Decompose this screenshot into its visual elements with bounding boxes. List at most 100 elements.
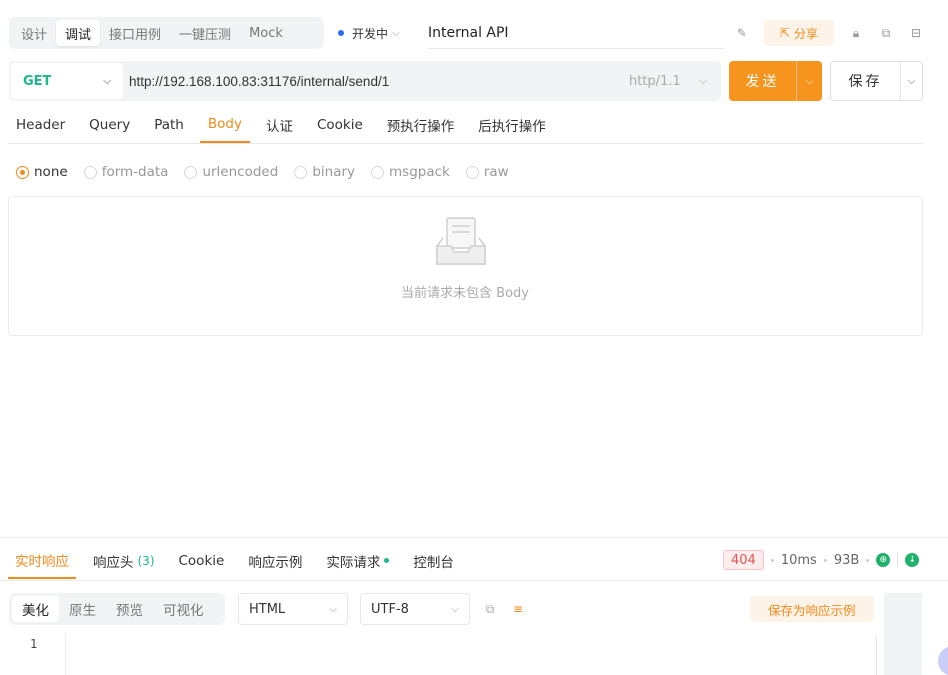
request-tabs: Header Query Path Body 认证 Cookie 预执行操作 后…	[8, 107, 923, 144]
tab-pre-script[interactable]: 预执行操作	[379, 107, 463, 143]
copy-icon[interactable]: ⧉	[878, 25, 894, 41]
share-button[interactable]: ⇱ 分享	[763, 20, 834, 46]
radio-none[interactable]: none	[16, 164, 68, 180]
response-tabs: 实时响应 响应头 (3) Cookie 响应示例 实际请求 控制台	[8, 542, 471, 580]
side-panel	[884, 593, 922, 675]
tab-query[interactable]: Query	[81, 107, 138, 143]
separator-dot-icon	[823, 558, 827, 562]
copy-icon[interactable]: ⧉	[482, 601, 498, 617]
tab-load-test[interactable]: 一键压测	[170, 20, 240, 46]
protocol-label: http/1.1	[629, 73, 681, 89]
radio-form-data[interactable]: form-data	[83, 164, 169, 180]
encoding-select[interactable]: UTF-8 ⌵	[360, 593, 470, 625]
chevron-down-icon: ⌵	[103, 75, 111, 87]
response-meta: 404 10ms 93B ⊕ ↓	[723, 549, 920, 571]
archive-icon[interactable]: ⊟	[908, 25, 924, 41]
tab-auth[interactable]: 认证	[258, 107, 301, 143]
mode-tabs: 设计 调试 接口用例 一键压测 Mock	[9, 17, 324, 49]
tab-header[interactable]: Header	[8, 107, 73, 143]
tab-raw[interactable]: 原生	[59, 596, 106, 622]
send-dropdown-icon[interactable]: ⌵	[797, 61, 822, 101]
status-dot-icon	[338, 30, 344, 36]
save-label: 保存	[831, 62, 901, 100]
radio-label: none	[34, 164, 68, 180]
tab-visualize[interactable]: 可视化	[153, 596, 214, 622]
tab-preview[interactable]: 预览	[106, 596, 153, 622]
send-button[interactable]: 发送 ⌵	[729, 61, 822, 101]
empty-inbox-icon	[436, 217, 486, 265]
line-number: 1	[30, 637, 38, 651]
tab-response-examples[interactable]: 响应示例	[241, 542, 309, 579]
tab-test-cases[interactable]: 接口用例	[100, 20, 170, 46]
tab-console[interactable]: 控制台	[406, 542, 461, 579]
save-button[interactable]: 保存 ⌵	[830, 61, 923, 101]
radio-checked-icon	[16, 165, 29, 179]
save-dropdown-icon[interactable]: ⌵	[901, 62, 922, 100]
tab-body[interactable]: Body	[199, 107, 250, 143]
encoding-label: UTF-8	[371, 601, 409, 617]
radio-icon	[184, 165, 198, 179]
tab-post-script[interactable]: 后执行操作	[470, 107, 554, 143]
radio-label: raw	[483, 164, 509, 180]
tab-mock[interactable]: Mock	[240, 20, 292, 46]
status-dot-icon	[384, 558, 390, 563]
download-icon[interactable]: ↓	[905, 553, 920, 567]
top-actions: ✎ ⇱ 分享 🔒︎ ⧉ ⊟	[734, 20, 924, 46]
tab-response-headers[interactable]: 响应头 (3)	[86, 542, 162, 579]
divider	[897, 553, 899, 567]
response-size[interactable]: 93B	[834, 553, 859, 568]
tab-label: 响应头	[93, 554, 134, 571]
body-type-radios: none form-data urlencoded binary msgpack…	[16, 162, 509, 182]
radio-urlencoded[interactable]: urlencoded	[184, 164, 278, 180]
radio-icon	[371, 165, 385, 179]
tab-pretty[interactable]: 美化	[12, 596, 59, 622]
radio-raw[interactable]: raw	[465, 164, 509, 180]
tab-response-cookie[interactable]: Cookie	[172, 542, 232, 579]
floating-assistant-button[interactable]	[938, 646, 948, 675]
radio-icon	[83, 165, 97, 179]
share-icon: ⇱	[779, 26, 790, 40]
divider[interactable]	[0, 537, 948, 538]
method-select[interactable]: GET ⌵	[11, 63, 123, 99]
radio-binary[interactable]: binary	[294, 164, 355, 180]
separator-dot-icon	[770, 558, 774, 562]
send-label: 发送	[729, 61, 797, 101]
content-type-select[interactable]: HTML ⌵	[238, 593, 348, 625]
tab-live-response[interactable]: 实时响应	[8, 542, 76, 579]
protocol-select[interactable]: http/1.1 ⌵	[629, 74, 721, 89]
radio-msgpack[interactable]: msgpack	[371, 164, 450, 180]
status-code-badge[interactable]: 404	[723, 550, 764, 570]
tab-design[interactable]: 设计	[12, 20, 56, 46]
radio-icon	[294, 165, 308, 179]
tab-debug[interactable]: 调试	[56, 20, 101, 46]
separator-dot-icon	[866, 558, 870, 562]
radio-icon	[465, 165, 479, 179]
edit-icon[interactable]: ✎	[734, 25, 750, 41]
save-as-example-button[interactable]: 保存为响应示例	[750, 596, 874, 622]
tab-label: 实际请求	[326, 554, 381, 571]
lock-icon[interactable]: 🔒︎	[848, 25, 864, 41]
format-tabs: 美化 原生 预览 可视化	[9, 593, 225, 625]
tab-cookie[interactable]: Cookie	[309, 107, 371, 143]
editor-scrollbar[interactable]	[876, 637, 882, 675]
status-label: 开发中	[352, 26, 389, 41]
wrap-lines-icon[interactable]: ≡	[510, 601, 526, 617]
url-input[interactable]: http://192.168.100.83:31176/internal/sen…	[123, 74, 629, 89]
method-label: GET	[23, 73, 52, 89]
chevron-down-icon: ⌵	[699, 75, 707, 87]
status-select[interactable]: 开发中 ⌵	[338, 17, 400, 49]
radio-label: form-data	[101, 164, 169, 180]
divider	[0, 580, 948, 581]
response-time[interactable]: 10ms	[781, 553, 817, 568]
globe-icon[interactable]: ⊕	[876, 553, 891, 567]
chevron-down-icon: ⌵	[392, 27, 400, 39]
radio-label: binary	[312, 164, 356, 180]
tab-actual-request[interactable]: 实际请求	[319, 542, 396, 579]
header-count-badge: (3)	[137, 553, 155, 568]
share-label: 分享	[793, 26, 818, 41]
tab-path[interactable]: Path	[146, 107, 192, 143]
api-name-input[interactable]: Internal API	[428, 17, 724, 49]
empty-body-text: 当前请求未包含 Body	[401, 286, 529, 301]
url-bar: GET ⌵ http://192.168.100.83:31176/intern…	[9, 61, 721, 101]
radio-label: urlencoded	[202, 164, 279, 180]
